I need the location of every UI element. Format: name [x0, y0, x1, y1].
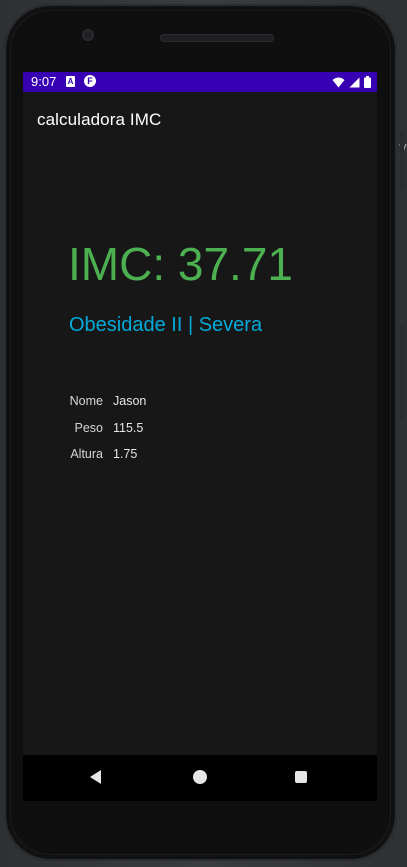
navigation-bar — [23, 755, 377, 801]
a-badge-icon: A — [66, 76, 75, 87]
detail-value: 115.5 — [113, 420, 144, 435]
detail-label: Nome — [69, 394, 103, 409]
detail-label: Peso — [74, 420, 104, 435]
device-screen: 9:07 A F calculadora IMC IMC: 37.71 Obes… — [23, 72, 377, 755]
detail-row-nome: Nome Jason — [63, 388, 147, 415]
back-icon[interactable] — [90, 770, 101, 784]
recents-icon[interactable] — [295, 771, 307, 783]
imc-result-value: IMC: 37.71 — [68, 238, 293, 290]
signal-icon — [349, 77, 360, 87]
detail-value: Jason — [113, 394, 147, 409]
home-icon[interactable] — [193, 770, 207, 784]
status-bar: 9:07 A F — [23, 72, 377, 92]
battery-icon — [364, 76, 371, 88]
detail-value: 1.75 — [113, 447, 138, 462]
f-circle-icon: F — [84, 75, 96, 87]
front-camera — [82, 29, 94, 41]
detail-row-peso: Peso 115.5 — [63, 415, 146, 442]
imc-category-label: Obesidade II | Severa — [69, 314, 263, 336]
person-details: Nome Jason Peso 115.5 Altura 1.75 — [63, 388, 147, 468]
power-button — [400, 130, 404, 190]
earpiece-speaker — [160, 34, 274, 42]
app-bar: calculadora IMC — [23, 92, 377, 148]
detail-label: Altura — [70, 447, 103, 462]
wifi-icon — [332, 77, 345, 87]
system-icons — [332, 75, 371, 89]
detail-row-altura: Altura 1.75 — [63, 441, 146, 468]
app-title: calculadora IMC — [37, 110, 162, 129]
status-time: 9:07 — [31, 74, 57, 89]
volume-button — [400, 325, 404, 420]
